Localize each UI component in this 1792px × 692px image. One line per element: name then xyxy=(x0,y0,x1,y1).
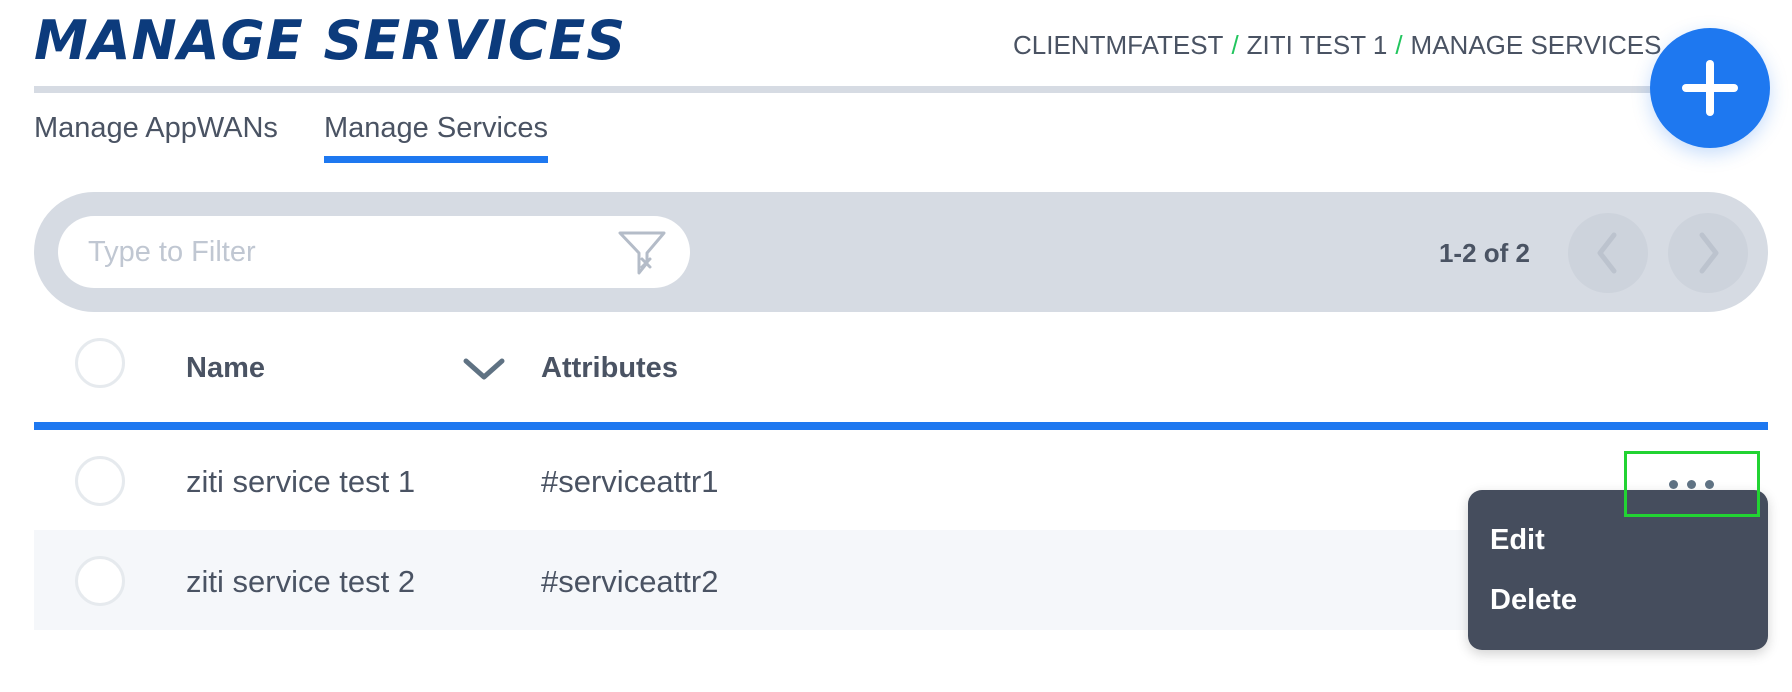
service-attributes: #serviceattr1 xyxy=(541,464,719,499)
column-header-name[interactable]: Name xyxy=(186,350,265,386)
chevron-down-icon[interactable] xyxy=(462,356,506,387)
breadcrumb-separator: / xyxy=(1395,30,1403,60)
tab-manage-services[interactable]: Manage Services xyxy=(324,108,548,148)
select-all-checkbox[interactable] xyxy=(75,338,125,388)
add-service-button[interactable] xyxy=(1650,28,1770,148)
breadcrumb-separator: / xyxy=(1231,30,1239,60)
breadcrumb-item-ziti-test[interactable]: ZITI TEST 1 xyxy=(1247,30,1388,60)
page-title: MANAGE SERVICES xyxy=(34,9,627,72)
menu-item-edit[interactable]: Edit xyxy=(1490,522,1545,558)
focus-highlight xyxy=(1624,451,1760,517)
tab-manage-appwans[interactable]: Manage AppWANs xyxy=(34,108,278,148)
breadcrumb-item-current: MANAGE SERVICES xyxy=(1410,30,1662,60)
title-divider xyxy=(34,86,1710,93)
filter-input[interactable] xyxy=(58,216,690,288)
menu-item-delete[interactable]: Delete xyxy=(1490,582,1577,618)
column-header-attributes[interactable]: Attributes xyxy=(541,350,678,386)
pagination-count: 1-2 of 2 xyxy=(1438,238,1530,268)
breadcrumb-item-network[interactable]: CLIENTMFATEST xyxy=(1013,30,1223,60)
row-checkbox[interactable] xyxy=(75,456,125,506)
funnel-icon[interactable] xyxy=(616,229,668,279)
service-name: ziti service test 1 xyxy=(186,464,416,499)
service-name: ziti service test 2 xyxy=(186,564,416,599)
active-tab-indicator xyxy=(324,156,548,163)
previous-page-button[interactable] xyxy=(1568,213,1648,293)
next-page-button[interactable] xyxy=(1668,213,1748,293)
table-header-divider xyxy=(34,422,1768,430)
row-checkbox[interactable] xyxy=(75,556,125,606)
breadcrumb: CLIENTMFATEST / ZITI TEST 1/MANAGE SERVICE… xyxy=(1013,28,1661,62)
service-attributes: #serviceattr2 xyxy=(541,564,719,599)
